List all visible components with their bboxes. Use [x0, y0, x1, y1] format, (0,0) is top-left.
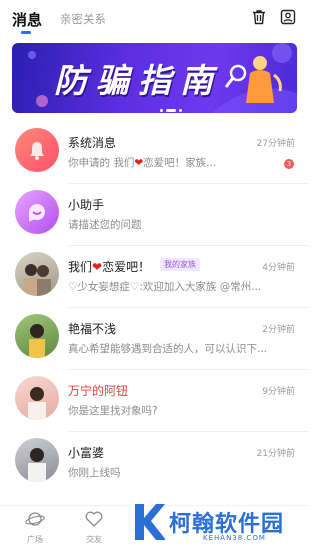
- conversation-row-assistant[interactable]: 小助手 请描述您的问题: [0, 184, 309, 246]
- conversation-name: 艳福不浅: [68, 322, 117, 336]
- conversation-name: 系统消息: [68, 136, 117, 150]
- nav-square[interactable]: 广场: [15, 510, 55, 545]
- avatar-photo: [24, 264, 51, 296]
- conversation-name: 我们❤恋爱吧！: [68, 260, 151, 274]
- user-avatar: [15, 376, 59, 420]
- anti-fraud-banner[interactable]: 防骗指南: [12, 43, 297, 113]
- tab-messages[interactable]: 消息: [12, 9, 42, 30]
- conversation-time: 21分钟前: [256, 449, 295, 459]
- banner-title: 防骗指南: [54, 61, 222, 100]
- nav-friends-label: 交友: [86, 535, 102, 544]
- conversation-name: 万宁的阿钮: [68, 384, 129, 398]
- avatar-photo: [28, 448, 46, 482]
- nav-square-label: 广场: [27, 535, 43, 544]
- watermark-subtext: KEHAN38.COM: [203, 534, 266, 542]
- friends-heart-icon: [85, 511, 103, 527]
- system-avatar: [15, 128, 59, 172]
- conversation-time: 4分钟前: [262, 263, 295, 273]
- unread-badge: 3: [284, 159, 294, 169]
- conversation-row-system[interactable]: 系统消息 你申请的 我们❤恋爱吧！家族... 27分钟前 3: [0, 122, 309, 184]
- top-bar: 消息 亲密关系: [0, 0, 309, 38]
- conversation-preview: 你刚上线吗: [68, 467, 121, 479]
- conversation-row-user[interactable]: 艳福不浅 真心希望能够遇到合适的人，可以认识下... 2分钟前: [0, 308, 309, 370]
- heart-icon: ❤: [134, 157, 144, 169]
- assistant-avatar: [15, 190, 59, 234]
- contact-card-icon[interactable]: [280, 9, 296, 25]
- conversation-preview: ♡少女妄想症♡:欢迎加入大家族 @常州...: [68, 281, 262, 293]
- conversation-preview: 你申请的 我们❤恋爱吧！家族...: [68, 157, 217, 169]
- heart-icon: ❤: [92, 260, 103, 274]
- banner-pager: [160, 100, 185, 113]
- avatar-photo: [28, 387, 46, 420]
- user-avatar: [15, 314, 59, 358]
- watermark-logo: 柯翰软件园 KEHAN38.COM: [125, 500, 309, 550]
- nav-friends[interactable]: 交友: [74, 510, 114, 545]
- conversation-preview: 你是这里找对象吗?: [68, 405, 158, 417]
- user-avatar: [15, 438, 59, 482]
- conversation-preview: 请描述您的问题: [68, 219, 142, 231]
- conversation-time: 9分钟前: [262, 387, 295, 397]
- conversation-name: 小富婆: [68, 446, 105, 460]
- bell-icon: [30, 142, 44, 160]
- conversation-row-family[interactable]: 我们❤恋爱吧！ 我的家族 ♡少女妄想症♡:欢迎加入大家族 @常州... 4分钟前: [0, 246, 309, 308]
- conversation-name: 小助手: [68, 198, 105, 212]
- watermark-k-icon: [135, 504, 165, 540]
- square-planet-icon: [25, 512, 45, 526]
- conversation-time: 27分钟前: [256, 139, 295, 149]
- avatar-photo: [29, 324, 45, 358]
- active-tab-indicator: [21, 31, 31, 34]
- family-tag: 我的家族: [160, 258, 200, 271]
- conversation-preview: 真心希望能够遇到合适的人，可以认识下...: [68, 343, 268, 355]
- family-avatar: [15, 252, 59, 296]
- tab-intimate-relations[interactable]: 亲密关系: [60, 11, 106, 27]
- conversation-time: 2分钟前: [262, 325, 295, 335]
- conversation-row-user[interactable]: 万宁的阿钮 你是这里找对象吗? 9分钟前: [0, 370, 309, 432]
- assistant-chat-icon: [29, 204, 45, 222]
- trash-icon[interactable]: [251, 9, 267, 25]
- conversation-row-user[interactable]: 小富婆 你刚上线吗 21分钟前: [0, 432, 309, 494]
